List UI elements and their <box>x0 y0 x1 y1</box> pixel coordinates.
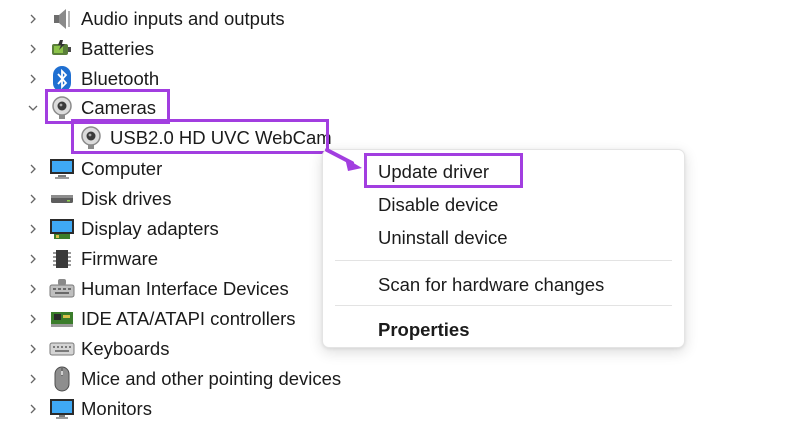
chevron-right-icon[interactable] <box>24 244 42 274</box>
tree-item-label: Firmware <box>81 248 159 269</box>
chevron-right-icon[interactable] <box>24 34 42 64</box>
menu-item-uninstall-device[interactable]: Uninstall device <box>378 224 508 252</box>
menu-separator <box>335 305 672 306</box>
speaker-icon <box>49 6 75 32</box>
chevron-right-icon[interactable] <box>24 4 42 34</box>
menu-item-scan-hardware[interactable]: Scan for hardware changes <box>378 271 604 299</box>
firmware-chip-icon <box>49 246 75 272</box>
tree-item-label: Display adapters <box>81 218 219 239</box>
mouse-icon <box>49 366 75 392</box>
tree-item-label: Monitors <box>81 398 152 419</box>
tree-item-batteries[interactable]: Batteries <box>0 34 440 64</box>
menu-item-properties[interactable]: Properties <box>378 316 470 344</box>
tree-item-label: IDE ATA/ATAPI controllers <box>81 308 296 329</box>
tree-item-label: Computer <box>81 158 163 179</box>
chevron-down-icon[interactable] <box>24 93 42 123</box>
monitor-icon <box>49 396 75 422</box>
webcam-highlight-box <box>71 119 329 154</box>
tree-item-label: Disk drives <box>81 188 172 209</box>
tree-item-mice[interactable]: Mice and other pointing devices <box>0 364 440 394</box>
hid-icon <box>49 276 75 302</box>
tree-item-label: Mice and other pointing devices <box>81 368 342 389</box>
chevron-right-icon[interactable] <box>24 184 42 214</box>
chevron-right-icon[interactable] <box>24 364 42 394</box>
menu-separator <box>335 260 672 261</box>
tree-item-monitors[interactable]: Monitors <box>0 394 440 424</box>
tree-item-label: Keyboards <box>81 338 170 359</box>
disk-drive-icon <box>49 186 75 212</box>
chevron-right-icon[interactable] <box>24 214 42 244</box>
menu-item-disable-device[interactable]: Disable device <box>378 191 498 219</box>
chevron-right-icon[interactable] <box>24 334 42 364</box>
tree-item-audio[interactable]: Audio inputs and outputs <box>0 4 440 34</box>
update-driver-highlight-box <box>364 153 523 188</box>
chevron-right-icon[interactable] <box>24 394 42 424</box>
computer-icon <box>49 156 75 182</box>
chevron-right-icon[interactable] <box>24 154 42 184</box>
chevron-right-icon[interactable] <box>24 64 42 94</box>
display-adapter-icon <box>49 216 75 242</box>
tree-item-label: Human Interface Devices <box>81 278 289 299</box>
ide-controller-icon <box>49 306 75 332</box>
chevron-right-icon[interactable] <box>24 274 42 304</box>
battery-icon <box>49 36 75 62</box>
tree-item-label: Audio inputs and outputs <box>81 8 285 29</box>
tree-item-label: Batteries <box>81 38 155 59</box>
keyboard-icon <box>49 336 75 362</box>
chevron-right-icon[interactable] <box>24 304 42 334</box>
